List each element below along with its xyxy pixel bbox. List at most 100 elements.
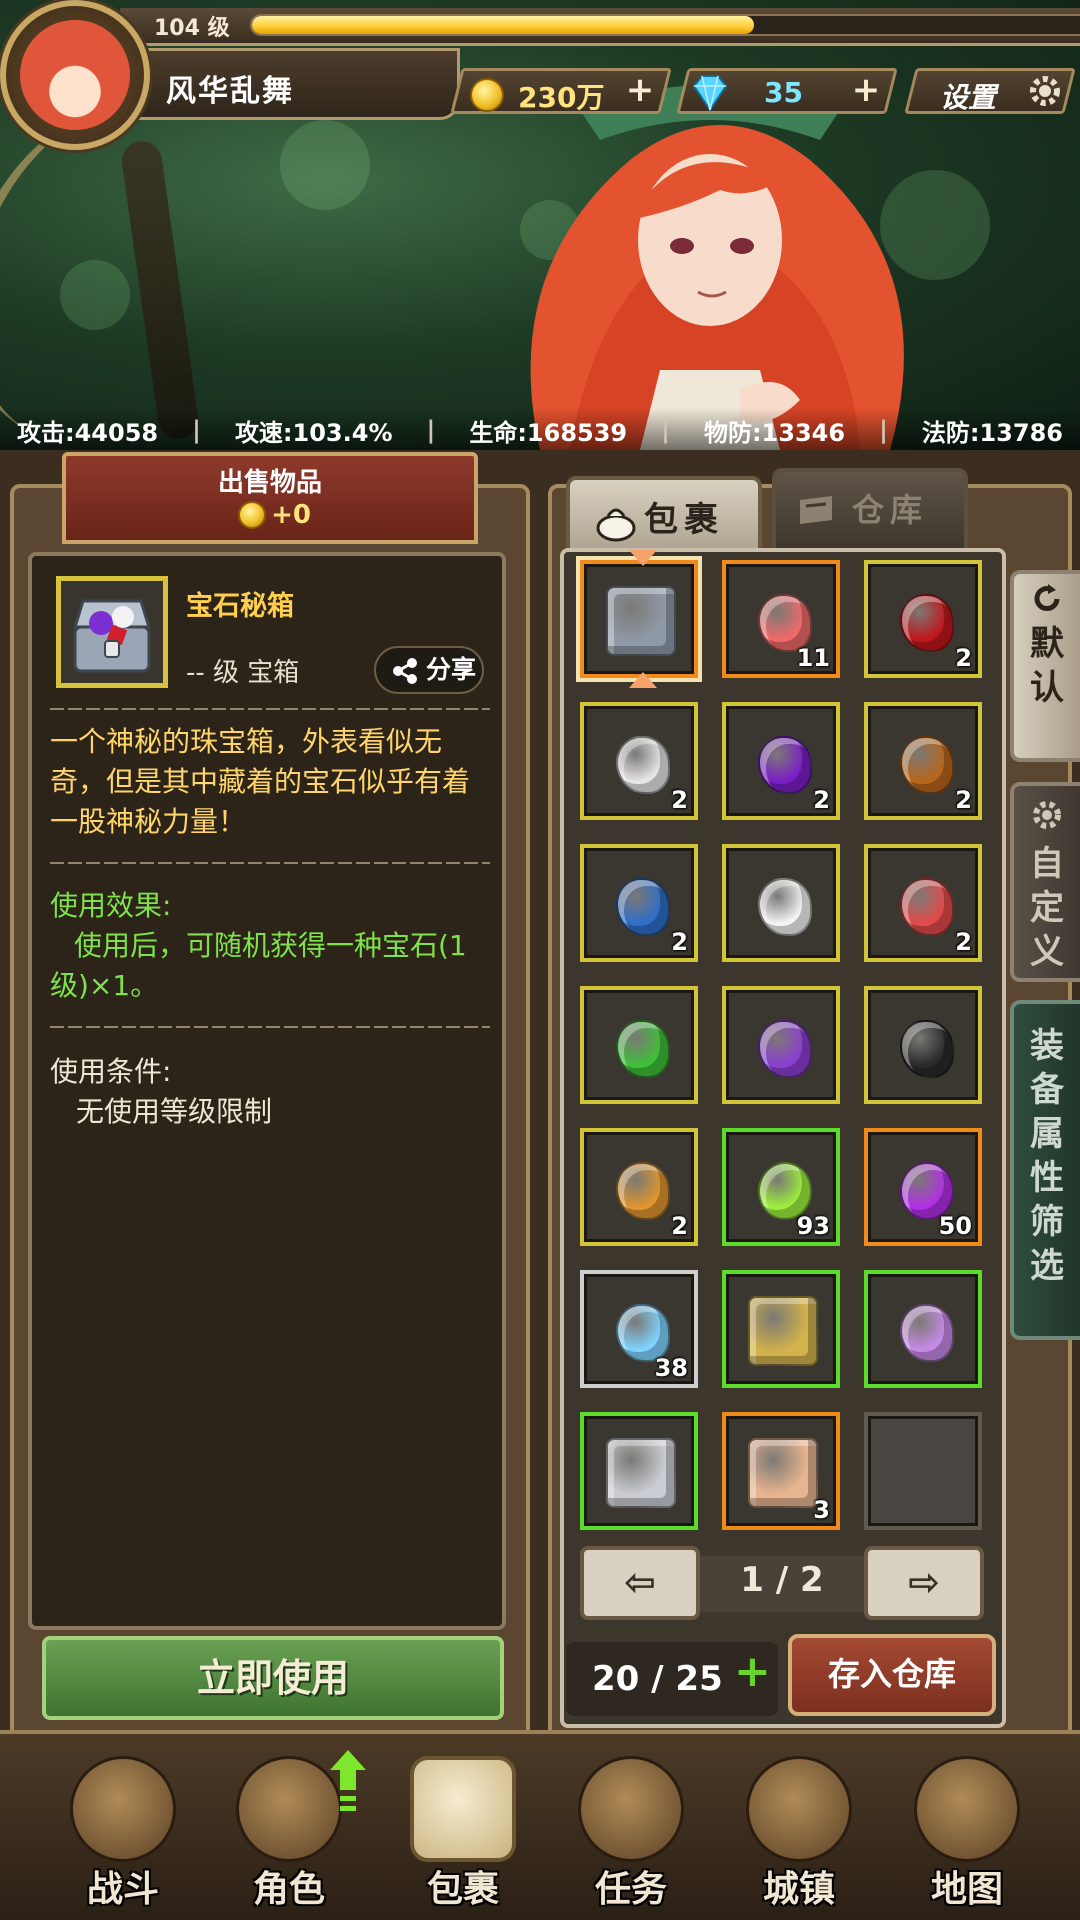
treasure-chest-icon (72, 599, 152, 673)
add-gems-button[interactable]: + (844, 70, 888, 110)
item-count: 2 (671, 786, 688, 814)
inventory-slot-ice-crystal[interactable]: 38 (580, 1270, 698, 1388)
avatar[interactable] (0, 0, 150, 150)
treasure-chest-icon (606, 586, 676, 656)
inventory-slot-amber-gem[interactable]: 2 (864, 702, 982, 820)
inventory-slot-red-gem[interactable]: 2 (864, 560, 982, 678)
item-count: 50 (938, 1212, 972, 1240)
effect-title: 使用效果: (50, 889, 172, 922)
inventory-slot-green-orb[interactable]: 93 (722, 1128, 840, 1246)
equipment-filter-tab[interactable]: 装备属性筛选 (1010, 1000, 1080, 1340)
castle-icon (746, 1756, 852, 1862)
scroll-icon (578, 1756, 684, 1862)
shield-scroll-icon (748, 1296, 818, 1366)
nav-quest-label: 任务 (594, 1869, 667, 1910)
sell-value-row: +0 (238, 500, 311, 530)
stats-bar: 攻击:44058 | 攻速:103.4% | 生命:168539 | 物防:13346… (0, 408, 1080, 452)
next-page-button[interactable]: ⇨ (864, 1546, 984, 1620)
storage-icon (800, 496, 832, 524)
refresh-icon (1034, 584, 1060, 612)
inventory-slot-red-gem[interactable]: 2 (864, 844, 982, 962)
item-count: 2 (813, 786, 830, 814)
white-gem-icon (758, 878, 812, 936)
stat-physical-defense: 物防:13346 (703, 418, 846, 447)
nav-role-label: 角色 (252, 1869, 325, 1910)
leg-armor-icon (606, 1438, 676, 1508)
inventory-slot-white-gem[interactable]: 2 (580, 702, 698, 820)
settings-label: 设置 (940, 81, 997, 114)
store-to-warehouse-button[interactable]: 存入仓库 (788, 1634, 996, 1716)
inventory-slot-red-crystal[interactable]: 11 (722, 560, 840, 678)
tab-storage-label: 仓库 (851, 491, 928, 529)
effect-text: 使用后，可随机获得一种宝石(1级)×1。 (50, 929, 467, 1002)
add-gold-button[interactable]: + (618, 70, 662, 110)
blue-gem-icon (616, 878, 670, 936)
divider (50, 1026, 490, 1028)
purple-ribbon-icon (900, 1304, 954, 1362)
inventory-slot-purple-ribbon[interactable] (864, 1270, 982, 1388)
item-icon (56, 576, 168, 688)
nav-map-label: 地图 (930, 1869, 1003, 1910)
condition-text: 无使用等级限制 (76, 1095, 273, 1128)
gold-coin-icon (470, 78, 504, 112)
sort-default-tab[interactable]: 默认 (1010, 570, 1080, 762)
item-name: 宝石秘箱 (186, 591, 294, 622)
amber-gem-icon (900, 736, 954, 794)
inventory-slot-black-gem[interactable] (864, 986, 982, 1104)
item-count: 2 (671, 928, 688, 956)
inventory-slot-violet-gem[interactable] (722, 986, 840, 1104)
nav-town[interactable]: 城镇 (724, 1752, 874, 1912)
inventory-slot-white-gem[interactable] (722, 844, 840, 962)
stat-hp: 生命:168539 (469, 418, 628, 447)
orange-gem-icon (616, 1162, 670, 1220)
inventory-slot-parchment[interactable]: 3 (722, 1412, 840, 1530)
tab-storage[interactable]: 仓库 (772, 468, 968, 552)
share-button[interactable]: 分享 (374, 646, 484, 694)
sort-custom-label: 自定义 (1030, 844, 1064, 972)
sell-value: +0 (271, 500, 311, 530)
sort-default-label: 默认 (1030, 624, 1064, 708)
share-icon (393, 658, 417, 684)
share-label: 分享 (426, 655, 477, 684)
sell-title: 出售物品 (217, 468, 322, 498)
page-number: 1 / 2 (740, 1560, 824, 1600)
inventory-slot-treasure-chest[interactable] (580, 550, 698, 688)
nav-bag[interactable]: 包裹 (388, 1752, 538, 1912)
black-gem-icon (900, 1020, 954, 1078)
expand-capacity-button[interactable]: + (734, 1646, 771, 1697)
nav-battle-label: 战斗 (86, 1869, 159, 1910)
xp-bar (250, 14, 1080, 36)
helmet-icon (236, 1756, 342, 1862)
inventory-slot-orange-gem[interactable]: 2 (580, 1128, 698, 1246)
gem-amount: 35 (764, 76, 803, 109)
nav-quest[interactable]: 任务 (556, 1752, 706, 1912)
nav-battle[interactable]: 战斗 (48, 1752, 198, 1912)
inventory-slot-shield-scroll[interactable] (722, 1270, 840, 1388)
stat-separator: | (661, 416, 670, 444)
red-gem-icon (900, 594, 954, 652)
player-level: 104 级 (154, 16, 230, 41)
item-count: 38 (654, 1354, 688, 1382)
nav-bag-label: 包裹 (426, 1869, 499, 1910)
use-now-button[interactable]: 立即使用 (42, 1636, 504, 1720)
item-count: 3 (813, 1496, 830, 1524)
coin-icon (238, 501, 266, 529)
diamond-icon (692, 75, 728, 112)
prev-page-button[interactable]: ⇦ (580, 1546, 700, 1620)
tab-bag-label: 包裹 (644, 500, 724, 540)
selection-marker (629, 550, 657, 566)
inventory-slot-leg-armor[interactable] (580, 1412, 698, 1530)
inventory-slot-purple-orb[interactable]: 50 (864, 1128, 982, 1246)
stat-separator: | (879, 416, 888, 444)
nav-map[interactable]: 地图 (892, 1752, 1042, 1912)
empty-slot[interactable] (864, 1412, 982, 1530)
parchment-icon (748, 1438, 818, 1508)
stat-separator: | (426, 416, 436, 444)
item-count: 93 (796, 1212, 830, 1240)
inventory-slot-green-gem[interactable] (580, 986, 698, 1104)
inventory-slot-blue-gem[interactable]: 2 (580, 844, 698, 962)
inventory-slot-purple-gem[interactable]: 2 (722, 702, 840, 820)
sort-custom-tab[interactable]: 自定义 (1010, 782, 1080, 982)
nav-town-label: 城镇 (762, 1869, 835, 1910)
gear-icon (1033, 801, 1061, 829)
